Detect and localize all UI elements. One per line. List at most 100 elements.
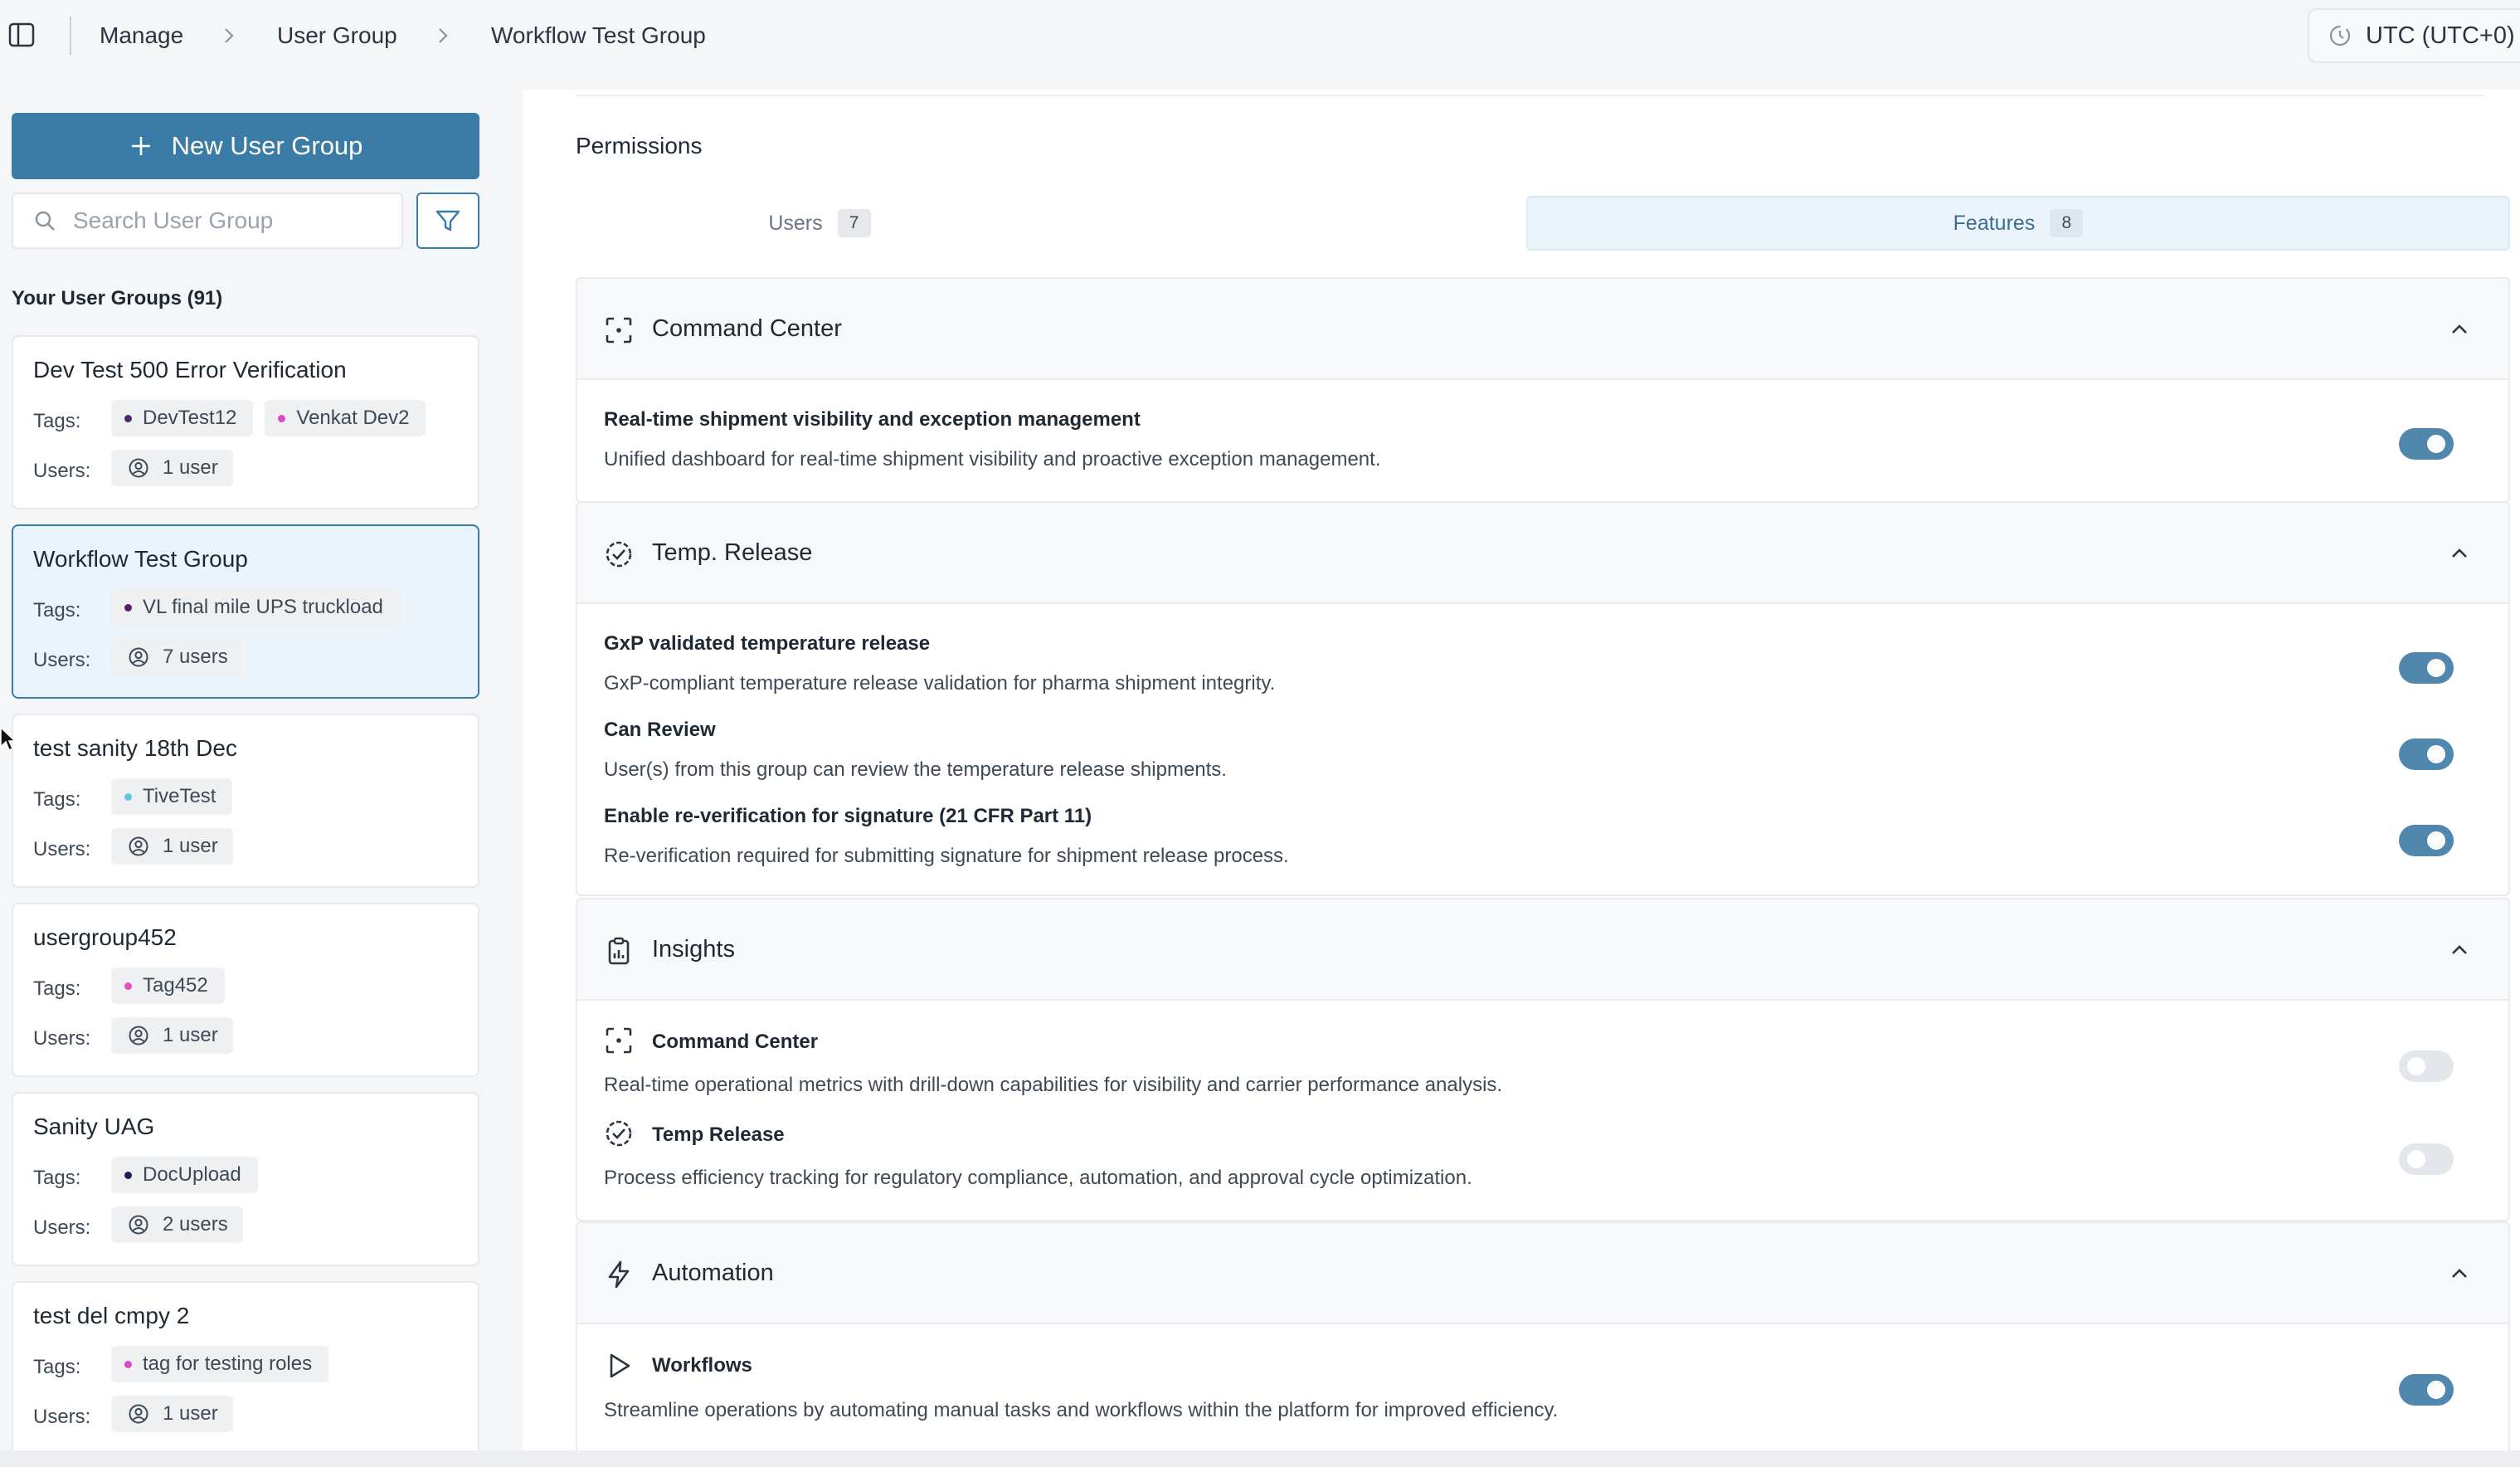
mouse-cursor-icon xyxy=(0,727,15,752)
feature-toggle[interactable] xyxy=(2399,1143,2454,1175)
tags-label: Tags: xyxy=(33,1356,81,1378)
users-count-chip: 1 user xyxy=(111,1017,233,1054)
tag-chip: DevTest12 xyxy=(111,400,254,436)
section-title: Automation xyxy=(652,1260,774,1286)
tag-label: DocUpload xyxy=(143,1163,241,1186)
section-temp-release-header[interactable]: Temp. Release xyxy=(577,503,2508,604)
clock-icon xyxy=(2329,25,2351,46)
users-count-chip: 2 users xyxy=(111,1206,243,1243)
feature-description: Streamline operations by automating manu… xyxy=(604,1399,1559,1421)
breadcrumb-current: Workflow Test Group xyxy=(491,22,706,48)
group-card[interactable]: Workflow Test Group Tags: VL final mile UP… xyxy=(12,524,479,699)
chevron-up-icon[interactable] xyxy=(2449,939,2470,961)
section-command-center-header[interactable]: Command Center xyxy=(577,279,2508,380)
section-insights: Insights Command Center Real-time operat… xyxy=(576,898,2510,1221)
tab-features[interactable]: Features 8 xyxy=(1526,196,2510,251)
users-count: 2 users xyxy=(163,1213,228,1235)
tag-list: VL final mile UPS truckload xyxy=(111,589,400,626)
section-title: Command Center xyxy=(652,315,842,342)
play-icon xyxy=(610,1353,630,1378)
tab-features-count: 8 xyxy=(2050,209,2084,237)
users-label: Users: xyxy=(33,1027,91,1050)
scan-icon xyxy=(606,317,632,344)
user-circle-icon xyxy=(129,836,148,856)
section-insights-header[interactable]: Insights xyxy=(577,899,2508,1001)
plus-icon xyxy=(131,137,150,155)
user-circle-icon xyxy=(129,647,148,667)
tag-color-dot xyxy=(124,1172,132,1179)
chevron-up-icon[interactable] xyxy=(2449,1263,2470,1284)
section-command-center: Command Center Real-time shipment visibi… xyxy=(576,277,2510,503)
tag-color-dot xyxy=(124,982,132,990)
group-card[interactable]: Dev Test 500 Error Verification Tags: DevT… xyxy=(12,335,479,509)
tag-chip: Venkat Dev2 xyxy=(265,400,426,436)
users-count: 7 users xyxy=(163,646,228,668)
feature-toggle[interactable] xyxy=(2399,652,2454,684)
tag-chip: VL final mile UPS truckload xyxy=(111,589,400,626)
tags-label: Tags: xyxy=(33,977,81,1000)
feature-title: Can Review xyxy=(604,719,716,741)
feature-toggle[interactable] xyxy=(2399,738,2454,770)
groups-heading: Your User Groups (91) xyxy=(12,287,223,309)
group-name: test sanity 18th Dec xyxy=(33,735,237,761)
group-card[interactable]: usergroup452 Tags: Tag452 Users: 1 user xyxy=(12,903,479,1077)
tags-label: Tags: xyxy=(33,599,81,621)
section-automation-header[interactable]: Automation xyxy=(577,1223,2508,1324)
search-user-group-box[interactable] xyxy=(12,193,403,249)
tags-label: Tags: xyxy=(33,788,81,811)
feature-description: Process efficiency tracking for regulato… xyxy=(604,1167,1472,1189)
tag-list: DocUpload xyxy=(111,1157,258,1193)
circle-check-icon xyxy=(606,541,632,568)
tag-label: Venkat Dev2 xyxy=(296,407,410,429)
feature-toggle[interactable] xyxy=(2399,825,2454,856)
group-card[interactable]: test sanity 18th Dec Tags: TiveTest Users: 1… xyxy=(12,714,479,888)
tag-label: DevTest12 xyxy=(143,407,237,429)
chevron-right-icon xyxy=(439,28,448,43)
bottom-strip xyxy=(0,1450,2520,1467)
breadcrumb-manage[interactable]: Manage xyxy=(100,20,183,51)
feature-title: Temp Release xyxy=(652,1123,785,1146)
group-card[interactable]: test del cmpy 2 Tags: tag for testing role… xyxy=(12,1281,479,1450)
users-count-chip: 1 user xyxy=(111,450,233,486)
feature-title: Command Center xyxy=(652,1031,819,1053)
feature-title: GxP validated temperature release xyxy=(604,632,931,655)
tag-color-dot xyxy=(124,793,132,801)
chevron-up-icon[interactable] xyxy=(2449,319,2470,340)
search-icon xyxy=(35,211,55,231)
feature-toggle[interactable] xyxy=(2399,1374,2454,1406)
breadcrumb-user-group[interactable]: User Group xyxy=(277,20,397,51)
clipboard-chart-icon xyxy=(608,937,630,965)
group-card[interactable]: Sanity UAG Tags: DocUpload Users: 2 users xyxy=(12,1092,479,1266)
user-circle-icon xyxy=(129,1215,148,1235)
permissions-title: Permissions xyxy=(576,133,703,158)
filter-button[interactable] xyxy=(416,193,479,249)
new-user-group-button[interactable]: New User Group xyxy=(12,113,479,179)
user-group-sidebar: New User Group Your User Groups (91) Dev… xyxy=(0,90,498,1450)
sidebar-toggle-icon[interactable] xyxy=(8,22,35,48)
feature-toggle[interactable] xyxy=(2399,1050,2454,1082)
tag-color-dot xyxy=(124,415,132,422)
feature-description: Re-verification required for submitting … xyxy=(604,845,1289,867)
feature-toggle[interactable] xyxy=(2399,428,2454,460)
top-bar: Manage User Group Workflow Test Group UT… xyxy=(0,0,2520,71)
chevron-up-icon[interactable] xyxy=(2449,543,2470,564)
tag-chip: Tag452 xyxy=(111,967,225,1004)
tab-features-label: Features xyxy=(1953,211,2036,235)
feature-description: GxP-compliant temperature release valida… xyxy=(604,672,1276,695)
lightning-icon xyxy=(608,1260,630,1289)
tab-users-label: Users xyxy=(768,211,823,235)
section-title: Insights xyxy=(652,936,735,963)
tags-label: Tags: xyxy=(33,410,81,432)
tab-users-count: 7 xyxy=(837,209,871,237)
scan-icon xyxy=(606,1027,632,1054)
search-user-group-input[interactable] xyxy=(71,207,387,235)
timezone-label: UTC (UTC+0) xyxy=(2366,22,2515,49)
new-user-group-label: New User Group xyxy=(171,131,363,160)
section-title: Temp. Release xyxy=(652,539,813,566)
feature-title: Real-time shipment visibility and except… xyxy=(604,408,1141,431)
tab-users[interactable]: Users 7 xyxy=(576,196,1063,251)
tags-label: Tags: xyxy=(33,1167,81,1189)
tag-list: DevTest12 Venkat Dev2 xyxy=(111,400,426,436)
timezone-selector[interactable]: UTC (UTC+0) xyxy=(2308,8,2520,63)
tag-chip: tag for testing roles xyxy=(111,1346,329,1382)
